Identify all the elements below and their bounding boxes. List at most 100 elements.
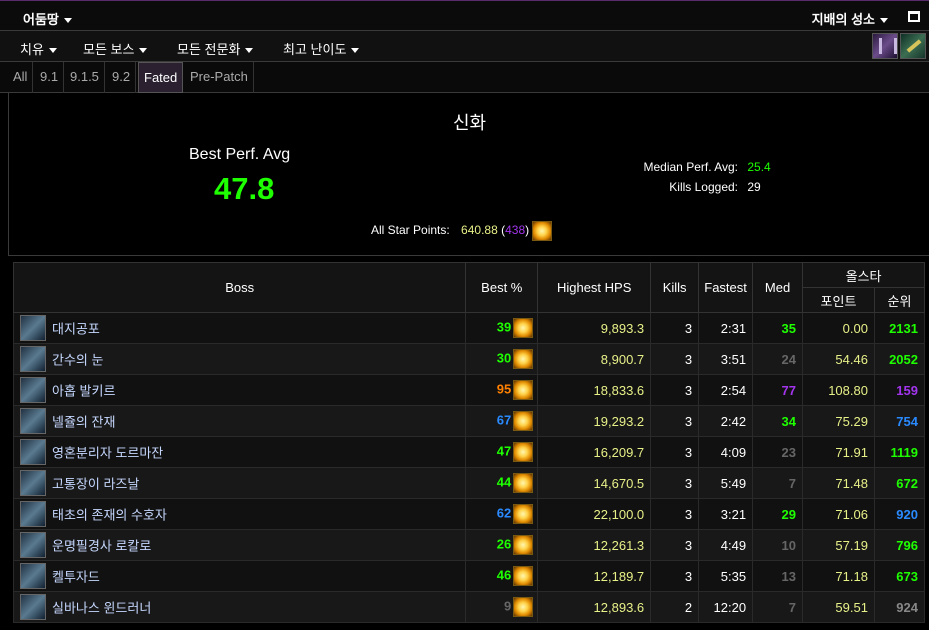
best-percent-value: 30 — [496, 350, 512, 366]
allstar-points-value: 71.48 — [802, 467, 875, 499]
table-row[interactable]: 켈투자드 46 12,189.7 3 5:35 13 71.18 673 — [12, 560, 926, 592]
tab-9-2[interactable]: 9.2 — [107, 62, 137, 93]
table-row[interactable]: 넬쥴의 잔재 67 19,293.2 3 2:42 34 75.29 754 — [12, 405, 926, 437]
median-perf-row: Median Perf. Avg: 25.4 — [609, 160, 771, 174]
best-percent-value: 46 — [496, 567, 512, 583]
highest-hps-value: 12,261.3 — [537, 529, 652, 561]
zone-dropdown[interactable]: 어둠땅 — [23, 9, 72, 28]
patch-tab-bar: All 9.1 9.1.5 9.2 Fated Pre-Patch — [0, 62, 929, 93]
best-percent-value: 62 — [496, 505, 512, 521]
table-row[interactable]: 고통장이 라즈날 44 14,670.5 3 5:49 7 71.48 672 — [12, 467, 926, 499]
star-icon — [513, 442, 534, 462]
boss-name-link[interactable]: 고통장이 라즈날 — [52, 477, 139, 492]
best-perf-value: 47.8 — [214, 171, 275, 206]
star-icon — [513, 380, 534, 400]
filter-bar: 치유 모든 보스 모든 전문화 최고 난이도 — [0, 31, 929, 62]
allstar-points-value: 54.46 — [802, 343, 875, 375]
kills-value: 3 — [650, 498, 700, 530]
allstar-rank-value: 1119 — [873, 436, 926, 468]
window-maximize-icon[interactable] — [908, 11, 920, 22]
header-rank[interactable]: 순위 — [873, 287, 926, 313]
table-row[interactable]: 태초의 존재의 수호자 62 22,100.0 3 3:21 29 71.06 920 — [12, 498, 926, 530]
boss-name-link[interactable]: 간수의 눈 — [52, 353, 103, 368]
median-value: 23 — [752, 436, 804, 468]
fastest-value: 4:09 — [698, 436, 754, 468]
spec-discipline-icon[interactable] — [872, 33, 898, 59]
table-row[interactable]: 영혼분리자 도르마잔 47 16,209.7 3 4:09 23 71.91 1119 — [12, 436, 926, 468]
median-perf-label: Median Perf. Avg: — [643, 160, 739, 174]
role-filter-dropdown[interactable]: 치유 — [20, 39, 57, 58]
difficulty-filter-dropdown[interactable]: 최고 난이도 — [283, 39, 360, 58]
table-row[interactable]: 아홉 발키르 95 18,833.6 3 2:54 77 108.80 159 — [12, 374, 926, 406]
boss-name-link[interactable]: 실바나스 윈드러너 — [52, 601, 151, 616]
header-best[interactable]: Best % — [465, 262, 539, 313]
allstar-points-value: 75.29 — [802, 405, 875, 437]
fastest-value: 2:42 — [698, 405, 754, 437]
chevron-down-icon — [880, 18, 888, 24]
best-percent-value: 44 — [496, 474, 512, 490]
header-hps[interactable]: Highest HPS — [537, 262, 652, 313]
difficulty-title: 신화 — [452, 113, 487, 133]
star-icon — [513, 473, 534, 493]
table-row[interactable]: 운명필경사 로칼로 26 12,261.3 3 4:49 10 57.19 796 — [12, 529, 926, 561]
fastest-value: 3:51 — [698, 343, 754, 375]
allstar-rank-value: 2131 — [873, 312, 926, 344]
median-value: 10 — [752, 529, 804, 561]
boss-name-link[interactable]: 태초의 존재의 수호자 — [52, 508, 167, 523]
header-allstar: 올스타 — [802, 262, 925, 288]
highest-hps-value: 18,833.6 — [537, 374, 652, 406]
allstar-points-label: All Star Points: — [371, 223, 450, 238]
header-points[interactable]: 포인트 — [802, 287, 875, 313]
spec-filter-label: 모든 전문화 — [177, 42, 241, 57]
kills-logged-value: 29 — [747, 180, 761, 194]
key-icon[interactable] — [900, 33, 926, 59]
table-body: 대지공포 39 9,893.3 3 2:31 35 0.00 2131 간수의 눈 30 8,900… — [12, 312, 926, 623]
best-perf-label: Best Perf. Avg — [189, 146, 291, 163]
boss-name-link[interactable]: 넬쥴의 잔재 — [52, 415, 115, 430]
median-value: 77 — [752, 374, 804, 406]
table-row[interactable]: 실바나스 윈드러너 9 12,893.6 2 12:20 7 59.51 924 — [12, 591, 926, 623]
boss-name-link[interactable]: 대지공포 — [52, 322, 100, 337]
allstar-rank-value: 754 — [873, 405, 926, 437]
raid-label: 지배의 성소 — [811, 12, 875, 27]
boss-filter-label: 모든 보스 — [83, 42, 135, 57]
boss-cell: 태초의 존재의 수호자 — [12, 498, 467, 530]
spec-filter-dropdown[interactable]: 모든 전문화 — [177, 39, 254, 58]
tab-9-1[interactable]: 9.1 — [35, 62, 65, 93]
allstar-rank-value: 673 — [873, 560, 926, 592]
tab-all[interactable]: All — [8, 62, 34, 93]
zone-label: 어둠땅 — [23, 12, 59, 27]
header-fastest[interactable]: Fastest — [698, 262, 754, 313]
boss-cell: 켈투자드 — [12, 560, 467, 592]
raid-dropdown[interactable]: 지배의 성소 — [812, 9, 888, 28]
header-boss[interactable]: Boss — [12, 262, 467, 313]
boss-name-link[interactable]: 운명필경사 로칼로 — [52, 539, 151, 554]
boss-cell: 운명필경사 로칼로 — [12, 529, 467, 561]
boss-filter-dropdown[interactable]: 모든 보스 — [83, 39, 148, 58]
tab-9-1-5[interactable]: 9.1.5 — [65, 62, 105, 93]
boss-portrait-icon — [20, 377, 46, 403]
best-percent-cell: 95 — [465, 374, 539, 406]
tab-fated[interactable]: Fated — [138, 62, 184, 93]
allstar-rank-value: 924 — [873, 591, 926, 623]
table-row[interactable]: 간수의 눈 30 8,900.7 3 3:51 24 54.46 2052 — [12, 343, 926, 375]
allstar-points-value: 57.19 — [802, 529, 875, 561]
boss-cell: 아홉 발키르 — [12, 374, 467, 406]
table-row[interactable]: 대지공포 39 9,893.3 3 2:31 35 0.00 2131 — [12, 312, 926, 344]
best-percent-cell: 46 — [465, 560, 539, 592]
allstar-points-value: 71.18 — [802, 560, 875, 592]
boss-name-link[interactable]: 아홉 발키르 — [52, 384, 115, 399]
allstar-rank-value: 159 — [873, 374, 926, 406]
highest-hps-value: 14,670.5 — [537, 467, 652, 499]
header-kills[interactable]: Kills — [650, 262, 700, 313]
highest-hps-value: 8,900.7 — [537, 343, 652, 375]
median-value: 35 — [752, 312, 804, 344]
boss-name-link[interactable]: 영혼분리자 도르마잔 — [52, 446, 163, 461]
median-perf-value: 25.4 — [747, 160, 771, 174]
header-med[interactable]: Med — [752, 262, 804, 313]
star-icon — [513, 566, 534, 586]
best-percent-value: 9 — [504, 598, 512, 614]
boss-name-link[interactable]: 켈투자드 — [52, 570, 100, 585]
median-value: 7 — [752, 591, 804, 623]
tab-pre-patch[interactable]: Pre-Patch — [185, 62, 254, 93]
